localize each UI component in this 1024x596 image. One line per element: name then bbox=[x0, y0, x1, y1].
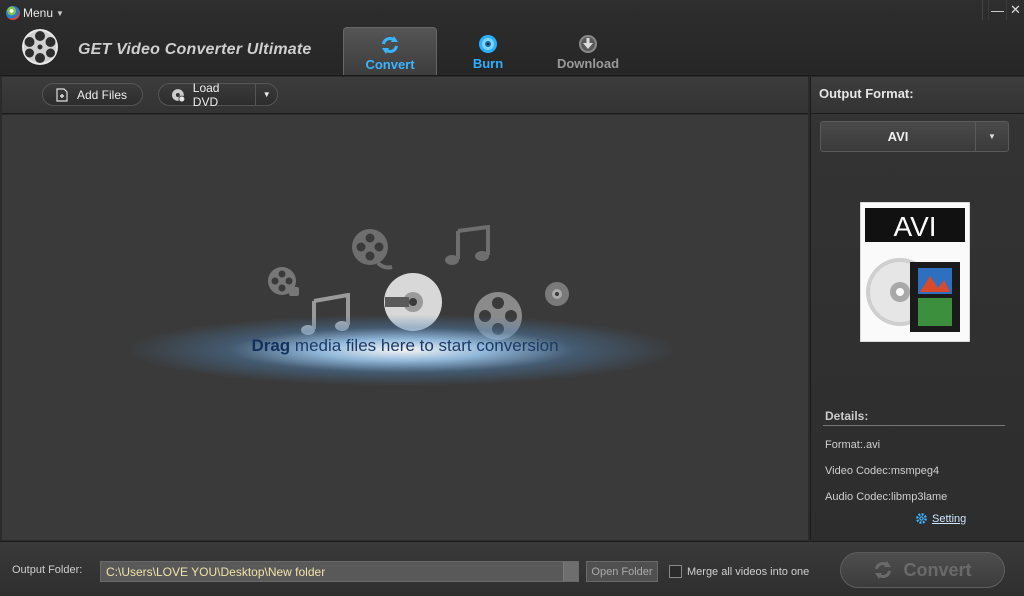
disc-icon bbox=[479, 35, 497, 53]
minimize-button[interactable]: — bbox=[988, 0, 1006, 20]
output-folder-label: Output Folder: bbox=[12, 564, 83, 576]
setting-label: Setting bbox=[932, 512, 967, 525]
output-folder-browse[interactable] bbox=[563, 562, 578, 581]
drop-hint-bold: Drag bbox=[251, 336, 291, 355]
format-selected-value: AVI bbox=[887, 129, 909, 144]
details-title: Details: bbox=[825, 409, 869, 423]
drop-hint-message: media files here to start conversion bbox=[290, 336, 559, 355]
tab-convert-label: Convert bbox=[365, 57, 415, 72]
small-disc-icon bbox=[545, 282, 569, 306]
chevron-down-icon[interactable]: ▼ bbox=[975, 122, 1008, 151]
output-format-header: Output Format: bbox=[811, 77, 1024, 114]
app-title: GET Video Converter Ultimate bbox=[78, 41, 312, 58]
music-note-icon bbox=[445, 225, 490, 265]
detail-video-codec: Video Codec:msmpeg4 bbox=[825, 465, 940, 477]
detail-audio-codec: Audio Codec:libmp3lame bbox=[825, 491, 948, 503]
download-icon bbox=[579, 35, 597, 53]
add-files-button[interactable]: Add Files bbox=[42, 83, 143, 106]
output-folder-field bbox=[100, 561, 579, 582]
film-reel-icon bbox=[352, 229, 393, 270]
tab-download[interactable]: Download bbox=[541, 27, 635, 75]
bottom-bar: Output Folder: Open Folder Merge all vid… bbox=[0, 541, 1024, 596]
convert-button-label: Convert bbox=[903, 559, 972, 580]
refresh-convert-icon bbox=[875, 561, 892, 579]
gear-icon bbox=[916, 513, 927, 524]
load-dvd-dropdown-icon[interactable]: ▼ bbox=[255, 84, 277, 105]
drop-hint-text: Drag media files here to start conversio… bbox=[2, 336, 808, 356]
tab-convert[interactable]: Convert bbox=[343, 27, 437, 75]
setting-link[interactable]: Setting bbox=[915, 512, 966, 525]
merge-checkbox[interactable] bbox=[669, 565, 682, 578]
tab-burn-label: Burn bbox=[472, 56, 504, 71]
format-select[interactable]: AVI ▼ bbox=[820, 121, 1009, 152]
details-divider bbox=[823, 425, 1005, 426]
convert-button[interactable]: Convert bbox=[840, 552, 1005, 588]
caret-down-icon: ▼ bbox=[56, 8, 64, 18]
close-button[interactable]: ✕ bbox=[1006, 0, 1024, 20]
add-file-icon bbox=[56, 87, 68, 102]
refresh-icon bbox=[382, 36, 398, 54]
toolbar: Add Files Load DVD ▼ bbox=[2, 77, 808, 114]
output-format-panel: Output Format: AVI ▼ AVI Details: Format… bbox=[810, 77, 1024, 540]
menu-label: Menu bbox=[23, 6, 54, 20]
merge-option[interactable]: Merge all videos into one bbox=[669, 565, 809, 578]
tab-download-label: Download bbox=[556, 56, 620, 71]
open-folder-button[interactable]: Open Folder bbox=[586, 561, 658, 582]
tab-burn[interactable]: Burn bbox=[441, 27, 535, 75]
add-files-label: Add Files bbox=[77, 87, 128, 102]
avi-icon-text: AVI bbox=[893, 211, 936, 242]
detail-format: Format:.avi bbox=[825, 439, 881, 451]
title-bar: Menu ▼ GET Video Converter Ultimate — ✕ … bbox=[0, 0, 1024, 76]
drop-area[interactable]: Drag media files here to start conversio… bbox=[2, 115, 808, 540]
output-format-title: Output Format: bbox=[819, 86, 914, 101]
window-controls: — ✕ bbox=[982, 0, 1024, 20]
film-reel-logo-icon bbox=[22, 29, 58, 65]
load-dvd-button[interactable]: Load DVD ▼ bbox=[158, 80, 278, 109]
load-dvd-label: Load DVD bbox=[192, 80, 220, 109]
menu-button[interactable]: Menu ▼ bbox=[6, 5, 64, 21]
dvd-disc-icon bbox=[171, 88, 185, 102]
merge-label: Merge all videos into one bbox=[687, 565, 810, 578]
menu-orb-icon bbox=[6, 6, 20, 20]
avi-format-icon: AVI bbox=[860, 202, 970, 342]
output-folder-input[interactable] bbox=[101, 562, 563, 581]
